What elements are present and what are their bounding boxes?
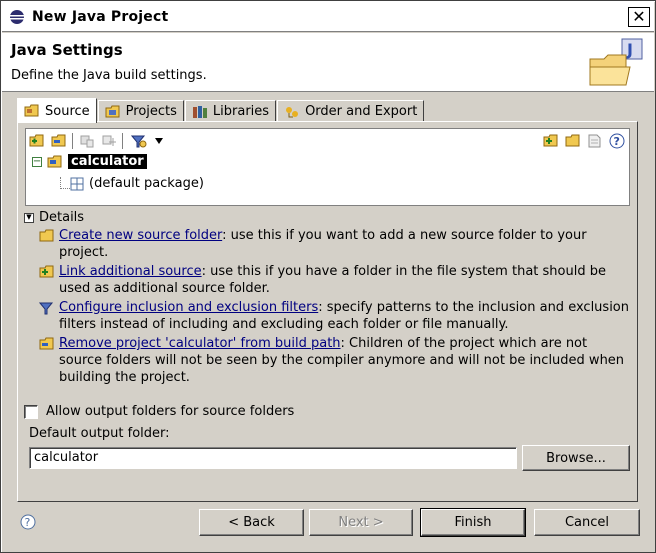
tab-source[interactable]: Source	[17, 98, 97, 123]
title-bar[interactable]: New Java Project ✕	[2, 2, 654, 32]
detail-remove-from-build-path: Remove project 'calculator' from build p…	[24, 335, 629, 386]
allow-output-folders-label: Allow output folders for source folders	[46, 404, 295, 419]
tree-toolbar: ?	[26, 129, 629, 153]
tab-libraries-label: Libraries	[212, 104, 270, 119]
tab-projects[interactable]: Projects	[97, 100, 184, 122]
link-folder-icon[interactable]	[564, 132, 582, 150]
next-button[interactable]: Next >	[309, 509, 413, 536]
default-output-folder-label: Default output folder:	[29, 426, 170, 441]
toolbar-separator	[122, 133, 123, 149]
add-folder-icon[interactable]	[28, 132, 46, 150]
tab-libraries[interactable]: Libraries	[184, 100, 277, 122]
filter-icon	[38, 300, 56, 316]
triangle-down-icon[interactable]: ▼	[24, 212, 34, 223]
source-folder-icon	[24, 104, 40, 118]
new-folder-icon	[38, 228, 56, 244]
java-project-wizard-icon: J	[586, 37, 646, 89]
tree-label-default-package: (default package)	[89, 176, 204, 191]
details-header[interactable]: ▼ Details	[24, 210, 629, 225]
projects-icon	[105, 105, 121, 119]
tree-node-project[interactable]: − calculator	[32, 154, 147, 169]
link-source-icon[interactable]	[50, 132, 68, 150]
source-folder-tree[interactable]: ? − calculator (default package)	[25, 128, 630, 206]
open-project-folder-icon	[47, 155, 63, 169]
remove-from-build-path-link[interactable]: Remove project 'calculator' from build p…	[59, 336, 341, 351]
link-source-folder-icon	[38, 264, 56, 280]
create-new-source-folder-link[interactable]: Create new source folder	[59, 228, 222, 243]
browse-button[interactable]: Browse...	[522, 445, 630, 471]
configure-filters-link[interactable]: Configure inclusion and exclusion filter…	[59, 300, 318, 315]
help-icon[interactable]: ?	[608, 132, 626, 150]
tree-label-calculator: calculator	[68, 154, 147, 169]
collapse-icon[interactable]: −	[32, 156, 42, 167]
order-export-icon	[284, 105, 300, 119]
collapse-all-icon[interactable]	[78, 132, 96, 150]
default-output-folder-field[interactable]: calculator	[29, 447, 517, 469]
tab-order-export-label: Order and Export	[305, 104, 418, 119]
allow-output-folders-checkbox[interactable]	[24, 404, 38, 419]
eclipse-icon	[8, 8, 26, 26]
finish-button[interactable]: Finish	[420, 508, 526, 537]
allow-output-folders-row[interactable]: Allow output folders for source folders	[24, 404, 294, 419]
detail-configure-filters: Configure inclusion and exclusion filter…	[24, 299, 629, 333]
page-title: Java Settings	[11, 41, 123, 59]
svg-text:?: ?	[614, 135, 620, 148]
package-icon	[70, 177, 84, 191]
close-button[interactable]: ✕	[628, 7, 650, 27]
new-java-project-dialog: New Java Project ✕ Java Settings Define …	[0, 0, 656, 553]
tab-source-label: Source	[45, 103, 90, 119]
details-title: Details	[39, 210, 85, 225]
detail-create-source-folder: Create new source folder: use this if yo…	[24, 227, 629, 261]
libraries-icon	[192, 105, 208, 119]
svg-text:J: J	[626, 40, 633, 59]
new-source-folder-icon[interactable]	[542, 132, 560, 150]
expand-all-icon[interactable]	[100, 132, 118, 150]
tab-bar: Source Projects Libraries Order and Expo…	[17, 98, 425, 123]
svg-text:?: ?	[25, 516, 31, 529]
tab-order-and-export[interactable]: Order and Export	[277, 100, 425, 122]
page-description: Define the Java build settings.	[11, 68, 207, 83]
cancel-button[interactable]: Cancel	[534, 509, 640, 536]
detail-link-additional-source: Link additional source: use this if you …	[24, 263, 629, 297]
remove-project-icon	[38, 336, 56, 352]
back-button[interactable]: < Back	[199, 509, 304, 536]
dropdown-arrow-icon[interactable]	[150, 132, 168, 150]
window-title: New Java Project	[32, 8, 169, 25]
toolbar-separator	[72, 133, 73, 149]
configure-filters-icon[interactable]	[130, 132, 148, 150]
tree-connector	[60, 188, 70, 189]
remove-folder-icon[interactable]	[586, 132, 604, 150]
details-section: ▼ Details Create new source folder: use …	[24, 210, 629, 386]
source-tab-panel: ? − calculator (default package) ▼ Detai…	[17, 121, 638, 502]
help-icon[interactable]: ?	[20, 514, 36, 530]
tree-node-default-package[interactable]: (default package)	[70, 176, 204, 191]
link-additional-source-link[interactable]: Link additional source	[59, 264, 202, 279]
tab-projects-label: Projects	[125, 104, 177, 119]
wizard-header: Java Settings Define the Java build sett…	[2, 33, 654, 92]
